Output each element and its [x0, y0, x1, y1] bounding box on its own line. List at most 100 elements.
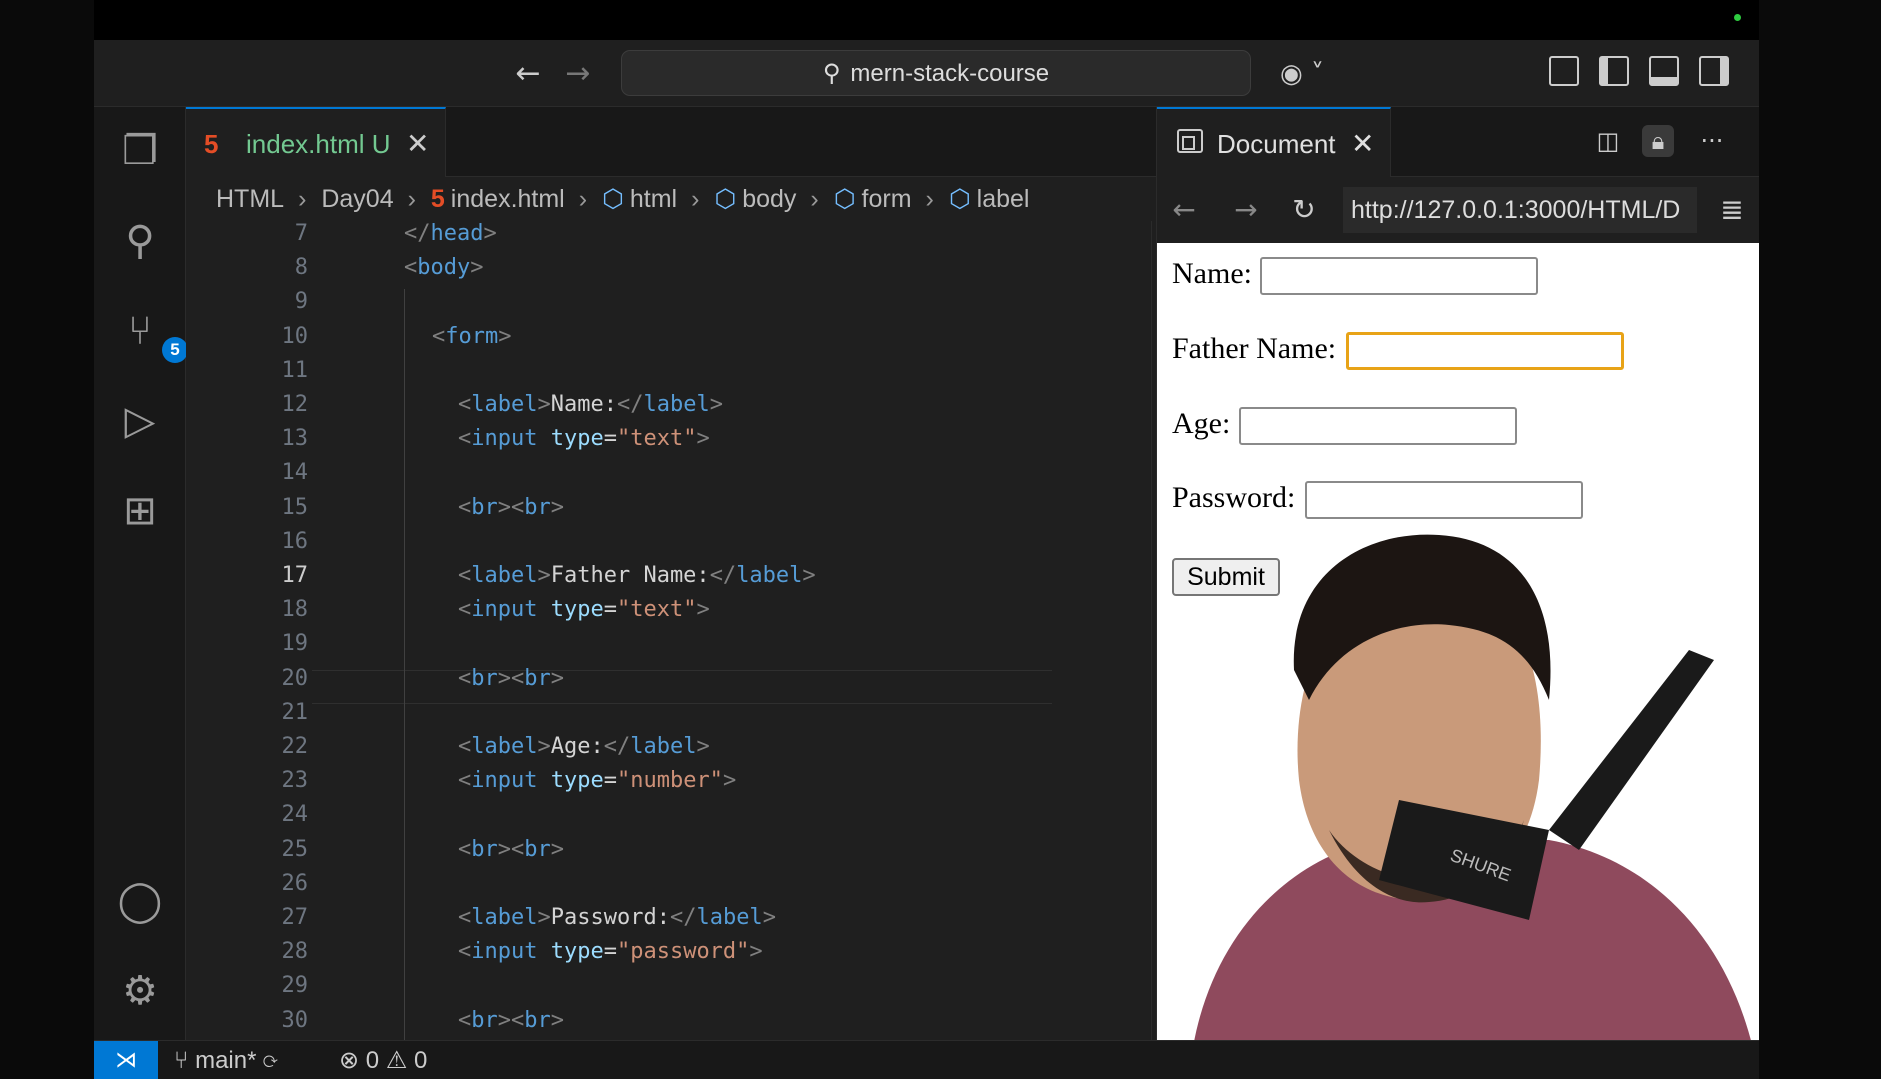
account-icon[interactable]: ◯	[116, 877, 164, 925]
breadcrumb: HTML › Day04 › 5 index.html › ⬡ html › ⬡ body › …	[216, 177, 1035, 221]
breadcrumb-item[interactable]: HTML	[216, 185, 284, 213]
password-label: Password:	[1172, 481, 1296, 514]
warning-count: 0	[414, 1047, 428, 1074]
problems-indicator[interactable]: ⊗ 0 ⚠ 0	[339, 1041, 427, 1079]
line-number: 14	[281, 460, 309, 486]
copilot-icon[interactable]: ◉ ˅	[1280, 54, 1340, 94]
code-line: <br><br>	[458, 665, 564, 691]
line-number: 24	[281, 802, 309, 828]
line-number: 13	[281, 426, 309, 452]
search-icon[interactable]: ⚲	[116, 217, 164, 265]
line-number: 12	[281, 392, 309, 417]
line-number: 7	[294, 221, 308, 246]
code-line: <br><br>	[458, 494, 564, 520]
explorer-icon[interactable]: ❐	[116, 127, 164, 175]
tab-filename: index.html	[246, 129, 365, 159]
toggle-secondary-sidebar-icon[interactable]	[1699, 56, 1729, 86]
extensions-icon[interactable]: ⊞	[116, 487, 164, 535]
forward-arrow-icon[interactable]: →	[1227, 191, 1265, 229]
age-input[interactable]	[1239, 407, 1517, 445]
back-arrow-icon[interactable]: ←	[508, 54, 548, 94]
search-icon: ⚲	[822, 59, 841, 87]
chevron-right-icon: ›	[691, 185, 700, 213]
html5-icon: 5	[430, 185, 445, 213]
name-label: Name:	[1172, 257, 1252, 290]
breadcrumb-item[interactable]: body	[742, 185, 796, 213]
tab-index-html[interactable]: 5 index.html U ✕	[186, 107, 446, 177]
lock-icon[interactable]: 🔒︎	[1642, 125, 1674, 157]
line-number: 22	[281, 734, 309, 759]
code-line: <label>Age:</label>	[458, 734, 710, 759]
html5-icon: 5	[204, 129, 219, 159]
code-line: <label>Name:</label>	[458, 392, 723, 417]
tab-status: U	[371, 129, 391, 159]
line-number: 28	[281, 939, 309, 965]
symbol-icon: ⬡	[833, 184, 856, 213]
symbol-icon: ⬡	[714, 184, 737, 213]
toggle-primary-sidebar-icon[interactable]	[1599, 56, 1629, 86]
line-number: 26	[281, 870, 309, 896]
forward-arrow-icon[interactable]: →	[558, 54, 598, 94]
father-name-input[interactable]	[1346, 332, 1624, 370]
line-number: 18	[281, 597, 309, 623]
reload-icon[interactable]: ↻	[1285, 191, 1323, 229]
preview-tabs: Document ✕ ◫ 🔒︎ ···	[1157, 107, 1759, 177]
password-input[interactable]	[1305, 481, 1583, 519]
sync-icon[interactable]: ⟳	[263, 1047, 277, 1074]
father-name-label: Father Name:	[1172, 332, 1337, 365]
run-debug-icon[interactable]: ▷	[116, 397, 164, 445]
close-icon[interactable]: ✕	[1351, 127, 1374, 160]
name-input[interactable]	[1260, 257, 1538, 295]
line-number: 25	[281, 836, 309, 862]
current-line-highlight	[312, 670, 1052, 704]
url-input[interactable]: http://127.0.0.1:3000/HTML/D	[1343, 187, 1697, 233]
breadcrumb-item[interactable]: label	[977, 185, 1030, 213]
customize-layout-icon[interactable]	[1549, 56, 1579, 86]
back-arrow-icon[interactable]: ←	[1165, 191, 1203, 229]
chevron-right-icon: ›	[810, 185, 819, 213]
command-center[interactable]: ⚲ mern-stack-course	[621, 50, 1251, 96]
breadcrumb-item[interactable]: html	[630, 185, 677, 213]
code-line: <input type="password">	[458, 939, 763, 965]
code-line: </head>	[404, 221, 497, 246]
error-count: 0	[365, 1047, 380, 1074]
breadcrumb-item[interactable]: form	[862, 185, 912, 213]
source-control-icon[interactable]: ⑂ 5	[116, 307, 188, 363]
line-number: 30	[281, 1007, 309, 1033]
split-editor-icon[interactable]: ◫	[1592, 125, 1624, 157]
tab-label: index.html U	[246, 129, 391, 160]
branch-indicator[interactable]: ⑂ main* ⟳	[174, 1041, 278, 1079]
code-area[interactable]: 7 </head> 8 <body> 9 10 <form> 11 12 <label>Name:…	[186, 221, 1146, 1049]
webcam-presenter-overlay: SHURE	[1189, 534, 1759, 1079]
scm-badge: 5	[162, 337, 188, 363]
line-number: 20	[281, 665, 309, 691]
menu-bar	[94, 0, 1759, 40]
line-number: 10	[281, 323, 309, 349]
menu-icon[interactable]: ≣	[1713, 191, 1751, 229]
status-bar: ⋊ ⑂ main* ⟳ ⊗ 0 ⚠ 0	[94, 1040, 1759, 1079]
breadcrumb-item[interactable]: Day04	[321, 185, 393, 213]
document-icon	[1177, 129, 1203, 153]
breadcrumb-item[interactable]: index.html	[451, 185, 565, 213]
code-editor: 5 index.html U ✕ ··· HTML› Day04› 5index…	[186, 107, 1248, 1049]
ellipsis-icon[interactable]: ···	[1696, 125, 1728, 157]
line-number: 9	[294, 289, 308, 315]
line-number: 23	[281, 768, 309, 794]
chevron-right-icon: ›	[407, 185, 416, 213]
tab-document[interactable]: Document ✕	[1157, 107, 1391, 177]
chevron-right-icon: ›	[925, 185, 934, 213]
age-label: Age:	[1172, 407, 1231, 440]
title-bar: ← → ⚲ mern-stack-course ◉ ˅	[94, 40, 1759, 107]
chevron-right-icon: ›	[578, 185, 588, 213]
toggle-panel-icon[interactable]	[1649, 56, 1679, 86]
code-line: <body>	[404, 255, 484, 281]
close-icon[interactable]: ✕	[406, 127, 429, 160]
line-number: 29	[281, 973, 309, 999]
code-line: <input type="number">	[458, 768, 737, 794]
remote-icon[interactable]: ⋊	[94, 1041, 158, 1079]
settings-gear-icon[interactable]: ⚙	[116, 967, 164, 1015]
line-number: 8	[294, 255, 308, 281]
error-icon: ⊗	[339, 1047, 360, 1074]
editor-tabs: 5 index.html U ✕ ···	[186, 107, 1248, 177]
code-line: <input type="text">	[458, 426, 710, 452]
